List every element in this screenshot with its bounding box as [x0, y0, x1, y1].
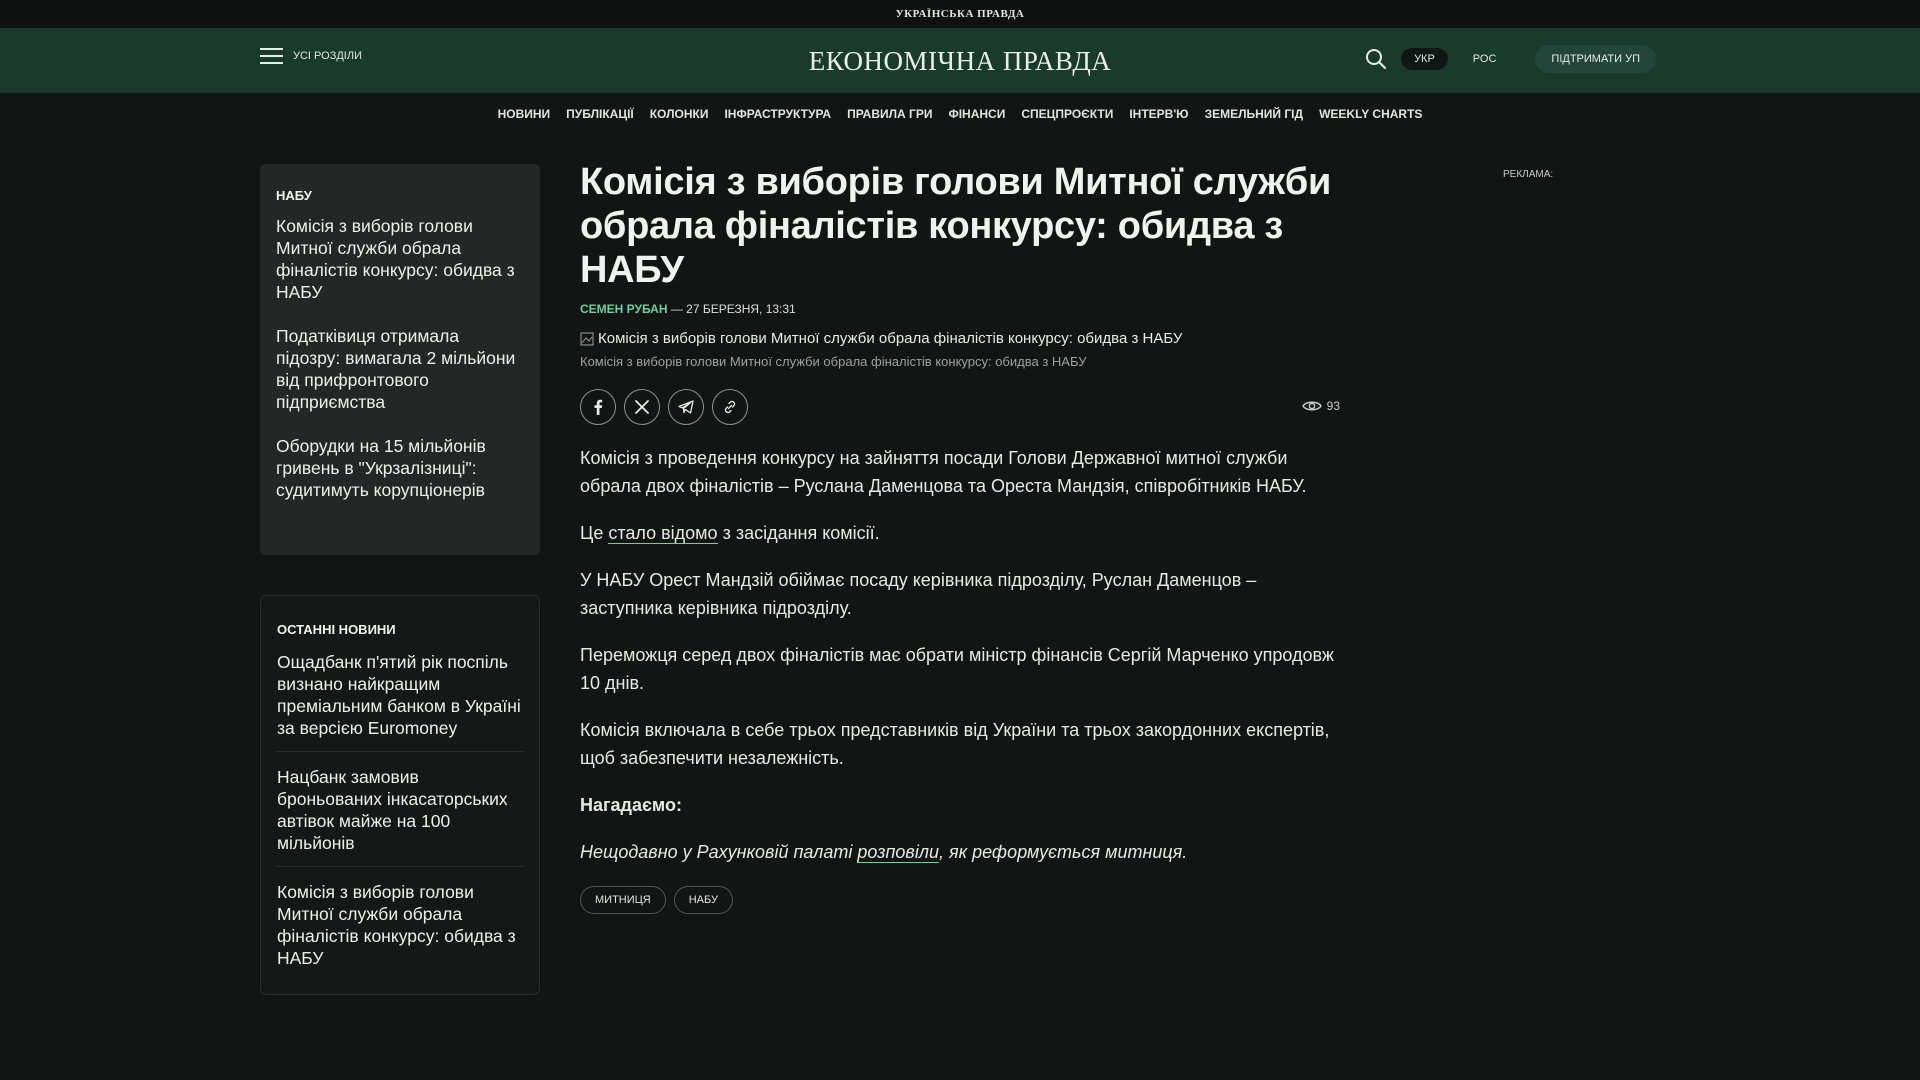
x-icon [635, 400, 649, 414]
list-item[interactable]: Комісія з виборів голови Митної служби о… [276, 215, 524, 303]
latest-news-card: ОСТАННІ НОВИНИ Ощадбанк п'ятий рік поспі… [260, 595, 540, 995]
article-title: Комісія з виборів голови Митної служби о… [580, 161, 1332, 291]
tag-customs[interactable]: МИТНИЦЯ [580, 886, 666, 914]
nav-item-specprojects[interactable]: СПЕЦПРОЄКТИ [1021, 107, 1113, 121]
paragraph: Комісія з проведення конкурсу на зайнятт… [580, 448, 1307, 496]
header-actions: УКР РОС ПІДТРИМАТИ УП [1363, 45, 1656, 73]
main-nav: НОВИНИ ПУБЛІКАЦІЇ КОЛОНКИ ІНФРАСТРУКТУРА… [0, 93, 1920, 135]
list-item[interactable]: Податківиця отримала підозру: вимагала 2… [276, 325, 524, 413]
views-counter: 93 [1301, 399, 1340, 413]
ad-label: РЕКЛАМА: [1503, 169, 1554, 180]
lang-ukr-button[interactable]: УКР [1401, 48, 1448, 70]
eye-icon [1301, 401, 1322, 411]
paragraph: Нещодавно у Рахунковій палаті розповіли,… [580, 842, 1188, 863]
nav-item-land-guide[interactable]: ЗЕМЕЛЬНИЙ ГІД [1205, 107, 1304, 121]
share-x-button[interactable] [624, 389, 660, 425]
link-icon [724, 400, 736, 414]
article-body: Комісія з проведення конкурсу на зайнятт… [580, 444, 1340, 866]
author-link[interactable]: СЕМЕН РУБАН [580, 302, 667, 316]
image-caption: Комісія з виборів голови Митної служби о… [580, 354, 1087, 369]
nav-item-infrastructure[interactable]: ІНФРАСТРУКТУРА [724, 107, 831, 121]
topic-title[interactable]: НАБУ [276, 188, 524, 203]
lang-ros-button[interactable]: РОС [1460, 48, 1510, 70]
share-bar: 93 [580, 389, 1340, 425]
latest-news-title[interactable]: ОСТАННІ НОВИНИ [277, 622, 523, 637]
broken-image-icon [580, 332, 594, 346]
share-telegram-button[interactable] [668, 389, 704, 425]
list-item[interactable]: Нацбанк замовив броньованих інкасаторськ… [277, 752, 523, 867]
telegram-icon [678, 400, 694, 414]
search-icon[interactable] [1363, 46, 1389, 72]
nav-item-weekly-charts[interactable]: WEEKLY CHARTS [1319, 107, 1422, 121]
image-alt-text: Комісія з виборів голови Митної служби о… [598, 330, 1183, 347]
nav-item-publications[interactable]: ПУБЛІКАЦІЇ [566, 107, 634, 121]
list-item[interactable]: Ощадбанк п'ятий рік поспіль визнано найк… [277, 637, 523, 752]
tag-list: МИТНИЦЯ НАБУ [580, 886, 1340, 914]
views-count: 93 [1326, 399, 1340, 413]
reminder-heading: Нагадаємо: [580, 795, 682, 815]
paragraph: Це стало відомо з засідання комісії. [580, 523, 880, 544]
paragraph: Комісія включала в себе трьох представни… [580, 720, 1330, 768]
up-brand-link[interactable]: УКРАЇНСЬКА ПРАВДА [896, 8, 1025, 20]
nav-item-interview[interactable]: ІНТЕРВ'Ю [1129, 107, 1188, 121]
paragraph: У НАБУ Орест Мандзій обіймає посаду кері… [580, 570, 1257, 618]
nav-item-finance[interactable]: ФІНАНСИ [948, 107, 1005, 121]
site-header: УСІ РОЗДІЛИ ЕКОНОМІЧНА ПРАВДА УКР РОС ПІ… [0, 28, 1920, 93]
nav-item-news[interactable]: НОВИНИ [498, 107, 551, 121]
facebook-icon [594, 399, 603, 415]
list-item[interactable]: Оборудки на 15 мільйонів гривень в "Укрз… [276, 435, 524, 501]
top-strip: УКРАЇНСЬКА ПРАВДА [0, 0, 1920, 28]
related-link[interactable]: розповіли [857, 842, 939, 863]
article-image: Комісія з виборів голови Митної служби о… [580, 330, 1340, 347]
source-link[interactable]: стало відомо [608, 523, 718, 544]
paragraph: Переможця серед двох фіналістів має обра… [580, 645, 1334, 693]
list-item[interactable]: Комісія з виборів голови Митної служби о… [277, 867, 523, 981]
topic-news-card: НАБУ Комісія з виборів голови Митної слу… [260, 164, 540, 555]
article-byline: СЕМЕН РУБАН — 27 БЕРЕЗНЯ, 13:31 [580, 302, 1340, 316]
nav-item-rules[interactable]: ПРАВИЛА ГРИ [847, 107, 932, 121]
nav-item-columns[interactable]: КОЛОНКИ [650, 107, 709, 121]
tag-nabu[interactable]: НАБУ [673, 886, 733, 914]
copy-link-button[interactable] [712, 389, 748, 425]
support-button[interactable]: ПІДТРИМАТИ УП [1535, 45, 1656, 73]
article: Комісія з виборів голови Митної служби о… [580, 160, 1340, 914]
article-date: — 27 БЕРЕЗНЯ, 13:31 [667, 302, 796, 316]
share-facebook-button[interactable] [580, 389, 616, 425]
